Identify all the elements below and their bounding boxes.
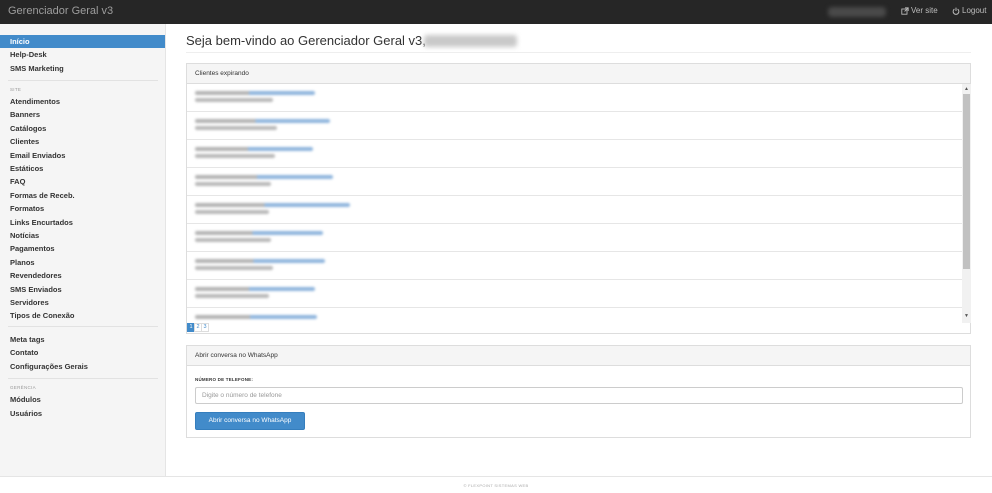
logout-label: Logout (962, 6, 987, 15)
sidebar-item-revendedores[interactable]: Revendedores (0, 269, 165, 282)
panel-title: Clientes expirando (187, 64, 970, 84)
sidebar-item-contato[interactable]: Contato (0, 346, 165, 359)
sidebar-item-planos[interactable]: Planos (0, 256, 165, 269)
sidebar: Início Help-Desk SMS Marketing SITE Aten… (0, 24, 166, 476)
list-item[interactable] (187, 224, 962, 252)
scroll-thumb[interactable] (963, 94, 970, 269)
list-item[interactable] (187, 140, 962, 168)
footer: © FLEXPOINT SISTEMAS WEB (0, 476, 992, 493)
list-item[interactable] (187, 84, 962, 112)
phone-label: NÚMERO DE TELEFONE: (195, 377, 254, 382)
top-navbar: Gerenciador Geral v3 Ver site Logout (0, 0, 992, 24)
page-3-button[interactable]: 3 (201, 323, 209, 332)
list-item[interactable] (187, 252, 962, 280)
list-scrollbar[interactable]: ▲ ▼ (962, 84, 971, 323)
sidebar-item-configuracoes-gerais[interactable]: Configurações Gerais (0, 360, 165, 373)
sidebar-section-gerencia: GERÊNCIA (10, 385, 36, 390)
sidebar-item-faq[interactable]: FAQ (0, 175, 165, 188)
sidebar-item-pagamentos[interactable]: Pagamentos (0, 242, 165, 255)
sidebar-item-clientes[interactable]: Clientes (0, 135, 165, 148)
ver-site-link[interactable]: Ver site (901, 5, 938, 17)
sidebar-divider (8, 80, 158, 81)
sidebar-item-modulos[interactable]: Módulos (0, 393, 165, 406)
sidebar-item-help-desk[interactable]: Help-Desk (0, 48, 165, 61)
sidebar-divider (8, 326, 158, 327)
list-item[interactable] (187, 308, 962, 323)
phone-input[interactable] (195, 387, 963, 404)
sidebar-item-usuarios[interactable]: Usuários (0, 407, 165, 420)
panel-title: Abrir conversa no WhatsApp (187, 346, 970, 366)
title-divider (186, 52, 971, 53)
sidebar-item-meta-tags[interactable]: Meta tags (0, 333, 165, 346)
sidebar-item-email-enviados[interactable]: Email Enviados (0, 149, 165, 162)
expiring-clients-list[interactable] (187, 84, 962, 323)
logout-link[interactable]: Logout (952, 5, 986, 17)
scroll-up-arrow-icon[interactable]: ▲ (964, 86, 969, 92)
app-title[interactable]: Gerenciador Geral v3 (8, 5, 113, 17)
sidebar-item-inicio[interactable]: Início (0, 35, 165, 48)
blurred-user-name (828, 7, 886, 17)
pagination: 1 2 3 (187, 323, 209, 332)
footer-text: © FLEXPOINT SISTEMAS WEB (463, 483, 529, 488)
scroll-down-arrow-icon[interactable]: ▼ (964, 313, 969, 319)
sidebar-item-noticias[interactable]: Notícias (0, 229, 165, 242)
sidebar-divider (8, 378, 158, 379)
power-icon (952, 7, 960, 15)
list-item[interactable] (187, 196, 962, 224)
sidebar-item-tipos-de-conexao[interactable]: Tipos de Conexão (0, 309, 165, 322)
open-whatsapp-button[interactable]: Abrir conversa no WhatsApp (195, 412, 305, 430)
sidebar-item-formatos[interactable]: Formatos (0, 202, 165, 215)
list-item[interactable] (187, 168, 962, 196)
external-link-icon (901, 7, 909, 15)
sidebar-item-banners[interactable]: Banners (0, 108, 165, 121)
sidebar-item-sms-enviados[interactable]: SMS Enviados (0, 283, 165, 296)
expiring-clients-panel: Clientes expirando ▲ ▼ 1 2 3 (186, 63, 971, 334)
blurred-user-name (424, 35, 517, 47)
page-title: Seja bem-vindo ao Gerenciador Geral v3, (186, 33, 426, 48)
sidebar-item-estaticos[interactable]: Estáticos (0, 162, 165, 175)
sidebar-item-atendimentos[interactable]: Atendimentos (0, 95, 165, 108)
sidebar-section-site: SITE (10, 87, 22, 92)
sidebar-item-servidores[interactable]: Servidores (0, 296, 165, 309)
sidebar-item-links-encurtados[interactable]: Links Encurtados (0, 216, 165, 229)
sidebar-item-sms-marketing[interactable]: SMS Marketing (0, 62, 165, 75)
list-item[interactable] (187, 112, 962, 140)
sidebar-item-catalogos[interactable]: Catálogos (0, 122, 165, 135)
list-item[interactable] (187, 280, 962, 308)
sidebar-item-formas-de-receb[interactable]: Formas de Receb. (0, 189, 165, 202)
ver-site-label: Ver site (911, 6, 938, 15)
whatsapp-panel: Abrir conversa no WhatsApp NÚMERO DE TEL… (186, 345, 971, 438)
